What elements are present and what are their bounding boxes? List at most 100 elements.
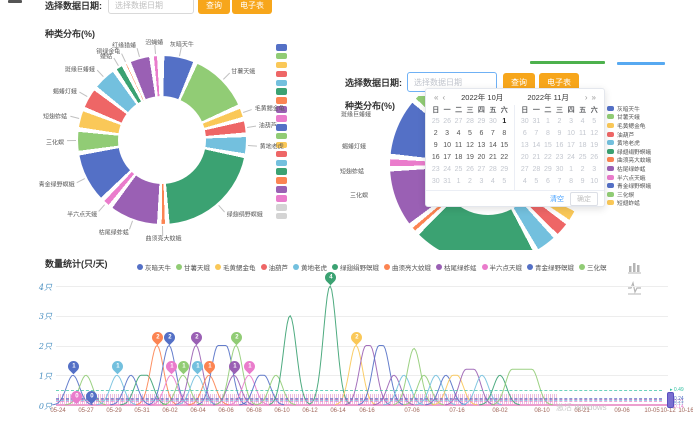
calendar-day[interactable]: 4	[577, 116, 589, 128]
calendar-day[interactable]: 2	[577, 164, 589, 176]
calendar-day[interactable]: 4	[453, 128, 464, 140]
calendar-day[interactable]: 26	[588, 152, 600, 164]
calendar-day[interactable]: 1	[453, 176, 464, 188]
calendar-day[interactable]: 3	[565, 116, 577, 128]
legend-swatch[interactable]	[276, 195, 287, 202]
calendar-day[interactable]: 27	[453, 116, 464, 128]
calendar-day[interactable]: 20	[519, 152, 531, 164]
legend-item[interactable]: 曲须亮大蚊蛾	[384, 262, 431, 272]
calendar-day[interactable]: 21	[487, 152, 498, 164]
calendar-day[interactable]: 8	[565, 176, 577, 188]
legend-swatch[interactable]	[276, 160, 287, 167]
legend-item[interactable]: 甘薯天蛾	[176, 262, 210, 272]
calendar-day[interactable]: 6	[542, 176, 554, 188]
legend-item[interactable]: 半六点天蛾	[482, 262, 523, 272]
legend-swatch[interactable]	[276, 177, 287, 184]
calendar-day[interactable]: 22	[542, 152, 554, 164]
calendar-day[interactable]: 30	[554, 164, 566, 176]
calendar-day[interactable]: 29	[542, 164, 554, 176]
legend-swatch[interactable]	[276, 186, 287, 193]
datazoom-handle[interactable]	[667, 392, 674, 408]
calendar-day[interactable]: 10	[588, 176, 600, 188]
legend-swatch[interactable]	[276, 44, 287, 51]
legend-item[interactable]: 油葫芦	[261, 262, 289, 272]
legend-swatch[interactable]	[276, 115, 287, 122]
calendar-day[interactable]: 26	[441, 116, 452, 128]
calendar-day[interactable]: 15	[499, 140, 510, 152]
legend-swatch[interactable]	[276, 204, 287, 211]
calendar-day[interactable]: 2	[430, 128, 441, 140]
calendar-day[interactable]: 30	[487, 116, 498, 128]
legend-item[interactable]: 青金绿野螟蛾	[607, 181, 653, 190]
legend-swatch[interactable]	[276, 124, 287, 131]
legend-swatch[interactable]	[276, 133, 287, 140]
calendar-day[interactable]: 14	[487, 140, 498, 152]
legend-item[interactable]: 黄地老虎	[607, 138, 653, 147]
calendar-day[interactable]: 31	[531, 116, 543, 128]
bar-chart-icon[interactable]	[627, 259, 643, 275]
calendar-day[interactable]: 2	[464, 176, 475, 188]
calendar-day[interactable]: 10	[565, 128, 577, 140]
calendar-day[interactable]: 9	[430, 140, 441, 152]
calendar-day[interactable]: 18	[453, 152, 464, 164]
calendar-day[interactable]: 5	[531, 176, 543, 188]
line-chart-icon[interactable]	[627, 280, 643, 296]
legend-swatch[interactable]	[276, 53, 287, 60]
calendar-day[interactable]: 14	[531, 140, 543, 152]
prev-month-icon[interactable]: ‹	[440, 93, 447, 102]
left-query-button[interactable]: 查询	[198, 0, 230, 14]
next-month-icon[interactable]: ›	[583, 93, 590, 102]
calendar-day[interactable]: 7	[531, 128, 543, 140]
calendar-day[interactable]: 16	[430, 152, 441, 164]
calendar-day[interactable]: 1	[499, 116, 510, 128]
legend-item[interactable]: 甘薯天蛾	[607, 113, 653, 122]
calendar-day[interactable]: 26	[464, 164, 475, 176]
calendar-day[interactable]: 5	[464, 128, 475, 140]
legend-swatch[interactable]	[276, 168, 287, 175]
calendar-day[interactable]: 9	[577, 176, 589, 188]
calendar-day[interactable]: 10	[441, 140, 452, 152]
next-year-icon[interactable]: »	[590, 93, 598, 102]
confirm-button[interactable]: 确定	[570, 192, 598, 206]
calendar-day[interactable]: 9	[554, 128, 566, 140]
legend-item[interactable]: 绿翅绢野螟蛾	[332, 262, 379, 272]
legend-swatch[interactable]	[276, 62, 287, 69]
legend-item[interactable]: 三化螟	[579, 262, 607, 272]
calendar-day[interactable]: 23	[430, 164, 441, 176]
calendar-day[interactable]: 28	[531, 164, 543, 176]
calendar-day[interactable]: 20	[476, 152, 487, 164]
calendar-day[interactable]: 8	[542, 128, 554, 140]
calendar-day[interactable]: 31	[441, 176, 452, 188]
clear-button[interactable]: 清空	[550, 194, 564, 204]
calendar-day[interactable]: 13	[519, 140, 531, 152]
legend-item[interactable]: 枯尾绿蚱蜢	[607, 164, 653, 173]
calendar-day[interactable]: 25	[453, 164, 464, 176]
calendar-day[interactable]: 3	[476, 176, 487, 188]
calendar-day[interactable]: 11	[577, 128, 589, 140]
calendar-day[interactable]: 24	[441, 164, 452, 176]
legend-swatch[interactable]	[276, 71, 287, 78]
legend-item[interactable]: 半六点天蛾	[607, 173, 653, 182]
legend-item[interactable]: 毛黄鳃金龟	[607, 121, 653, 130]
legend-swatch[interactable]	[276, 151, 287, 158]
calendar-day[interactable]: 1	[542, 116, 554, 128]
calendar-day[interactable]: 11	[453, 140, 464, 152]
calendar-day[interactable]: 25	[577, 152, 589, 164]
legend-swatch[interactable]	[276, 213, 287, 220]
calendar-day[interactable]: 6	[519, 128, 531, 140]
calendar-day[interactable]: 27	[519, 164, 531, 176]
calendar-day[interactable]: 25	[430, 116, 441, 128]
left-date-input[interactable]: 选择数据日期	[108, 0, 194, 14]
legend-item[interactable]: 青金绿野螟蛾	[527, 262, 574, 272]
calendar-day[interactable]: 30	[519, 116, 531, 128]
calendar-day[interactable]: 19	[588, 140, 600, 152]
calendar-day[interactable]: 28	[487, 164, 498, 176]
legend-item[interactable]: 曲须亮大蚊蛾	[607, 156, 653, 165]
left-export-button[interactable]: 电子表	[232, 0, 272, 14]
calendar-day[interactable]: 5	[588, 116, 600, 128]
legend-item[interactable]: 毛黄鳃金龟	[215, 262, 256, 272]
calendar-day[interactable]: 29	[499, 164, 510, 176]
legend-item[interactable]: 短翅蚱蜢	[607, 199, 653, 208]
calendar-day[interactable]: 16	[554, 140, 566, 152]
legend-item[interactable]: 灰暗天牛	[137, 262, 171, 272]
